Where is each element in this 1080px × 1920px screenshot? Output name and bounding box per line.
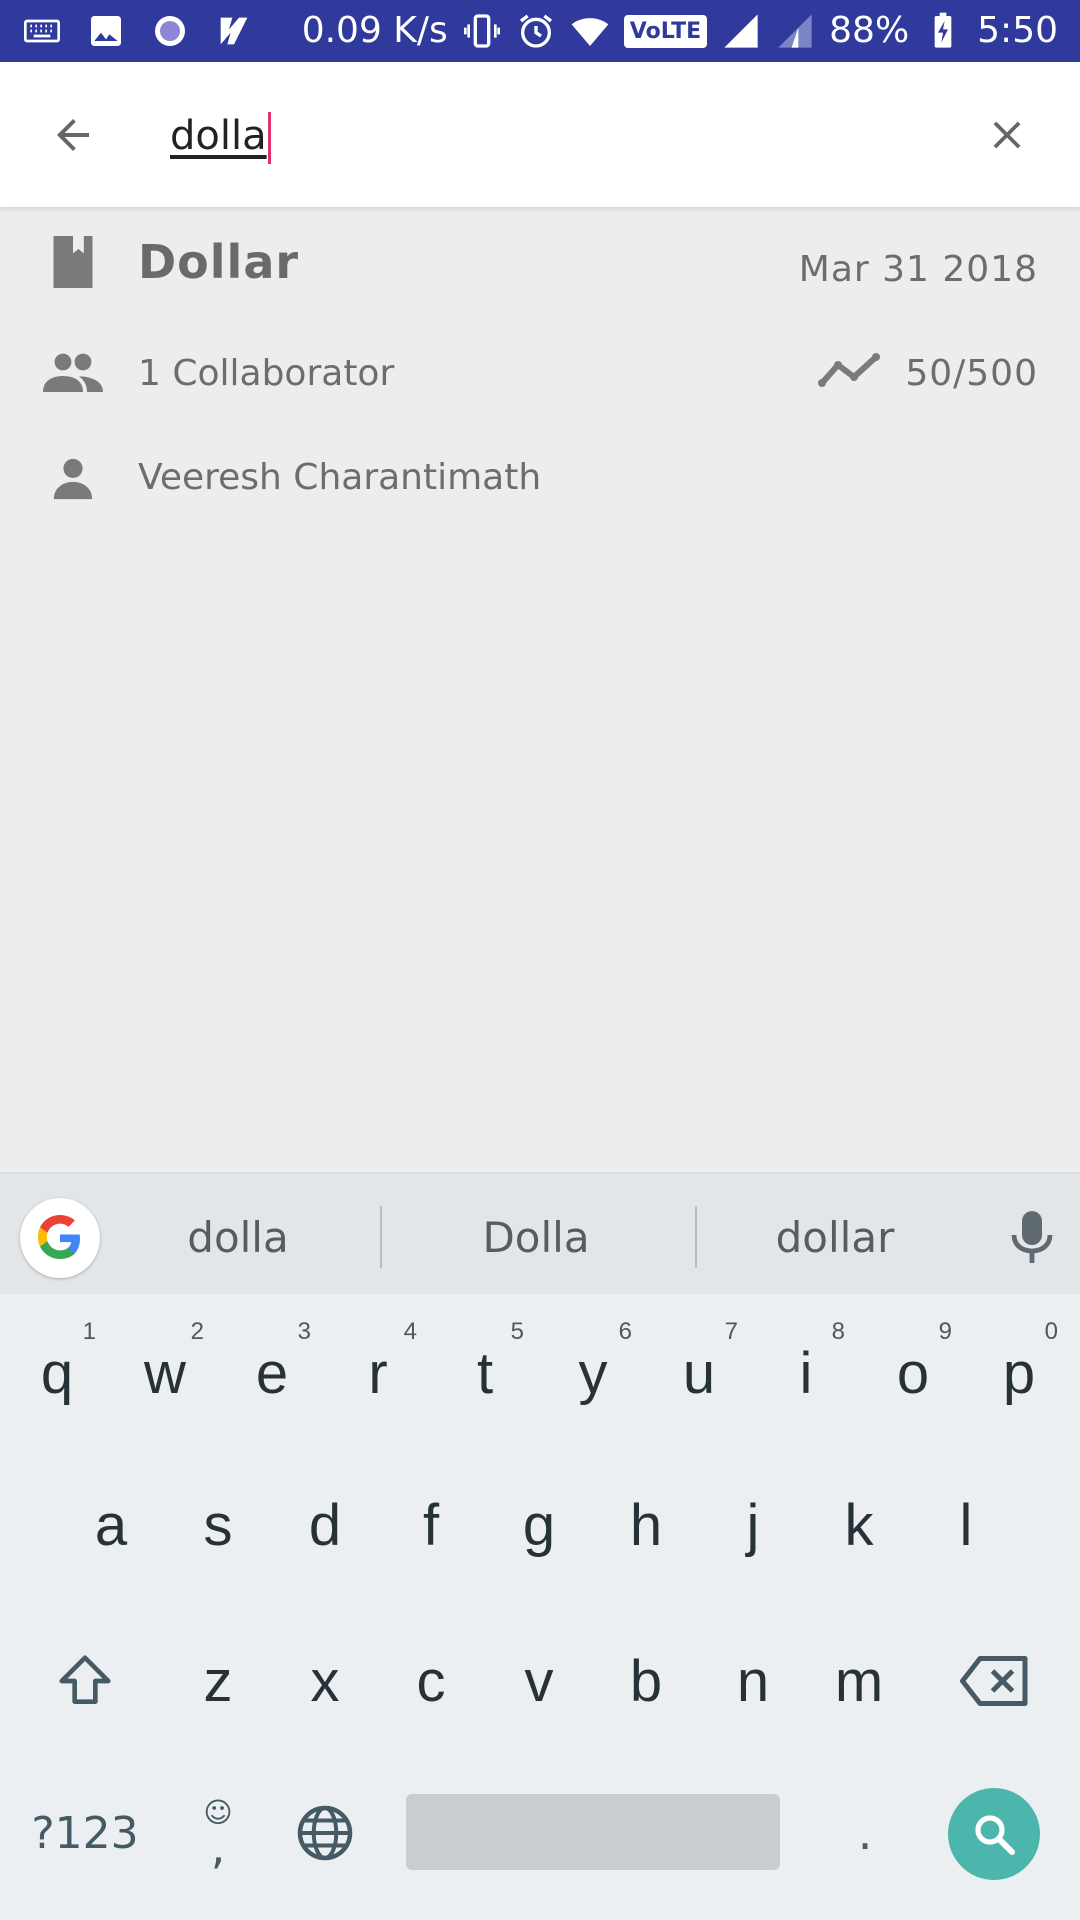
shift-icon <box>59 1655 111 1704</box>
suggestion-3[interactable]: dollar <box>725 1198 945 1278</box>
space-key[interactable] <box>406 1794 780 1870</box>
result-collaborators: 1 Collaborator <box>138 353 395 394</box>
key-z[interactable]: z <box>165 1616 271 1746</box>
backspace-key[interactable] <box>940 1616 1050 1746</box>
key-g[interactable]: g <box>486 1460 592 1590</box>
key-j[interactable]: j <box>700 1460 806 1590</box>
key-v[interactable]: v <box>486 1616 592 1746</box>
key-q[interactable]: q1 <box>4 1308 110 1438</box>
globe-icon <box>297 1805 353 1861</box>
key-m[interactable]: m <box>806 1616 912 1746</box>
search-results: Dollar Mar 31 2018 1 Collaborator 50/500… <box>0 207 1080 1172</box>
key-k[interactable]: k <box>806 1460 912 1590</box>
suggestion-divider <box>380 1206 382 1268</box>
language-key[interactable] <box>280 1768 370 1898</box>
search-action-key[interactable] <box>948 1788 1040 1880</box>
key-r[interactable]: r4 <box>325 1308 431 1438</box>
backspace-icon <box>960 1656 1028 1706</box>
shift-key[interactable] <box>30 1616 140 1746</box>
result-collaborators-row: 1 Collaborator 50/500 <box>0 317 1080 427</box>
status-bar: 0.09 K/s VoLTE 88% 5:50 <box>0 0 1080 62</box>
check-app-icon <box>214 11 254 51</box>
signal-weak-icon <box>775 11 815 51</box>
keyboard: dolla Dolla dollar q1 w2 e3 r4 t5 y6 u7 … <box>0 1172 1080 1920</box>
wifi-icon <box>570 11 610 51</box>
back-button[interactable] <box>40 102 106 168</box>
alarm-icon <box>516 11 556 51</box>
volte-badge: VoLTE <box>623 14 708 48</box>
key-w[interactable]: w2 <box>112 1308 218 1438</box>
keyboard-icon <box>22 11 62 51</box>
key-e[interactable]: e3 <box>219 1308 325 1438</box>
key-i[interactable]: i8 <box>753 1308 859 1438</box>
suggestion-1[interactable]: dolla <box>128 1198 348 1278</box>
result-owner: Veeresh Charantimath <box>138 457 542 498</box>
record-icon <box>150 11 190 51</box>
battery-charging-icon <box>923 11 963 51</box>
key-c[interactable]: c <box>378 1616 484 1746</box>
group-icon <box>40 339 106 405</box>
search-bar: dolla <box>0 62 1080 207</box>
search-query-text: dolla <box>170 113 267 159</box>
key-t[interactable]: t5 <box>432 1308 538 1438</box>
key-y[interactable]: y6 <box>540 1308 646 1438</box>
suggestion-divider <box>695 1206 697 1268</box>
trending-icon <box>818 353 880 387</box>
search-input[interactable]: dolla <box>170 106 271 166</box>
book-icon <box>40 229 106 295</box>
key-o[interactable]: o9 <box>860 1308 966 1438</box>
arrow-back-icon <box>57 119 89 151</box>
result-progress: 50/500 <box>905 353 1038 394</box>
signal-icon <box>721 11 761 51</box>
clock: 5:50 <box>977 10 1058 51</box>
gallery-icon <box>86 11 126 51</box>
close-icon <box>993 121 1021 149</box>
result-date: Mar 31 2018 <box>798 249 1038 290</box>
text-caret <box>267 112 271 164</box>
network-speed: 0.09 K/s <box>301 10 448 51</box>
key-u[interactable]: u7 <box>646 1308 752 1438</box>
battery-percent: 88% <box>829 10 910 51</box>
comma-label: , <box>210 1820 226 1874</box>
suggestion-2[interactable]: Dolla <box>426 1198 646 1278</box>
key-f[interactable]: f <box>378 1460 484 1590</box>
comma-key[interactable]: ☺ , <box>180 1768 256 1898</box>
search-icon <box>975 1815 1015 1855</box>
result-card-dollar[interactable]: Dollar Mar 31 2018 1 Collaborator 50/500… <box>0 207 1080 537</box>
result-owner-row: Veeresh Charantimath <box>0 427 1080 537</box>
key-d[interactable]: d <box>272 1460 378 1590</box>
result-title: Dollar <box>138 235 300 289</box>
key-l[interactable]: l <box>913 1460 1019 1590</box>
google-g-icon <box>38 1215 80 1259</box>
google-button[interactable] <box>20 1198 100 1278</box>
key-b[interactable]: b <box>593 1616 699 1746</box>
period-key[interactable]: . <box>820 1768 910 1898</box>
suggestion-strip: dolla Dolla dollar <box>0 1172 1080 1294</box>
voice-input-button[interactable] <box>1006 1208 1058 1268</box>
clear-search-button[interactable] <box>974 102 1040 168</box>
key-s[interactable]: s <box>165 1460 271 1590</box>
key-x[interactable]: x <box>272 1616 378 1746</box>
mic-icon <box>1011 1211 1053 1263</box>
key-p[interactable]: p0 <box>966 1308 1072 1438</box>
key-h[interactable]: h <box>593 1460 699 1590</box>
key-n[interactable]: n <box>700 1616 806 1746</box>
person-icon <box>40 445 106 511</box>
key-a[interactable]: a <box>58 1460 164 1590</box>
symbols-key[interactable]: ?123 <box>20 1768 150 1898</box>
vibrate-icon <box>462 11 502 51</box>
result-title-row: Dollar Mar 31 2018 <box>0 207 1080 317</box>
